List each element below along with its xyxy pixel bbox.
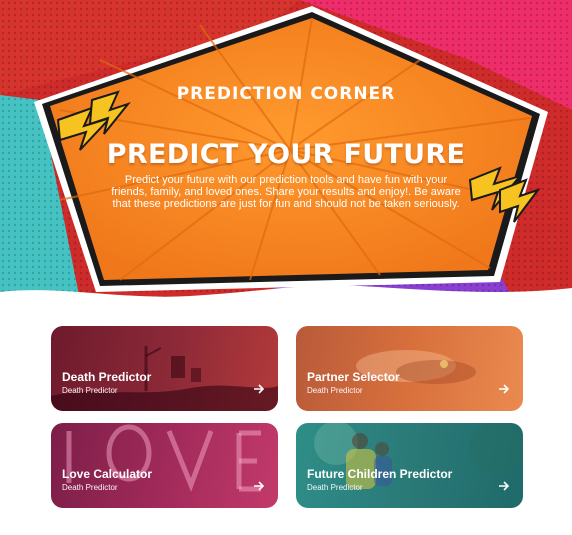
card-subtitle: Death Predictor <box>62 483 118 492</box>
card-love-calculator[interactable]: Love Calculator Death Predictor <box>51 423 278 508</box>
arrow-right-icon[interactable] <box>253 383 265 395</box>
card-subtitle: Death Predictor <box>307 483 363 492</box>
card-death-predictor[interactable]: Death Predictor Death Predictor <box>51 326 278 411</box>
hero-title: PREDICT YOUR FUTURE <box>106 139 466 170</box>
card-future-children-predictor[interactable]: Future Children Predictor Death Predicto… <box>296 423 523 508</box>
card-title: Love Calculator <box>62 467 153 481</box>
site-logo[interactable]: PREDICTION CORNER <box>0 84 572 104</box>
arrow-right-icon[interactable] <box>498 383 510 395</box>
arrow-right-icon[interactable] <box>498 480 510 492</box>
hero-description: Predict your future with our prediction … <box>111 174 461 210</box>
hero-banner: PREDICTION CORNER PREDICT YOUR FUTURE Pr… <box>0 0 572 312</box>
arrow-right-icon[interactable] <box>253 480 265 492</box>
holding-hands-image <box>356 350 476 384</box>
card-title: Death Predictor <box>62 370 152 384</box>
love-neon-image <box>66 424 261 492</box>
children-image <box>314 423 522 489</box>
card-title: Future Children Predictor <box>307 467 453 481</box>
card-subtitle: Death Predictor <box>62 386 118 395</box>
card-title: Partner Selector <box>307 370 400 384</box>
card-partner-selector[interactable]: Partner Selector Death Predictor <box>296 326 523 411</box>
card-subtitle: Death Predictor <box>307 386 363 395</box>
graveyard-image <box>51 346 278 411</box>
